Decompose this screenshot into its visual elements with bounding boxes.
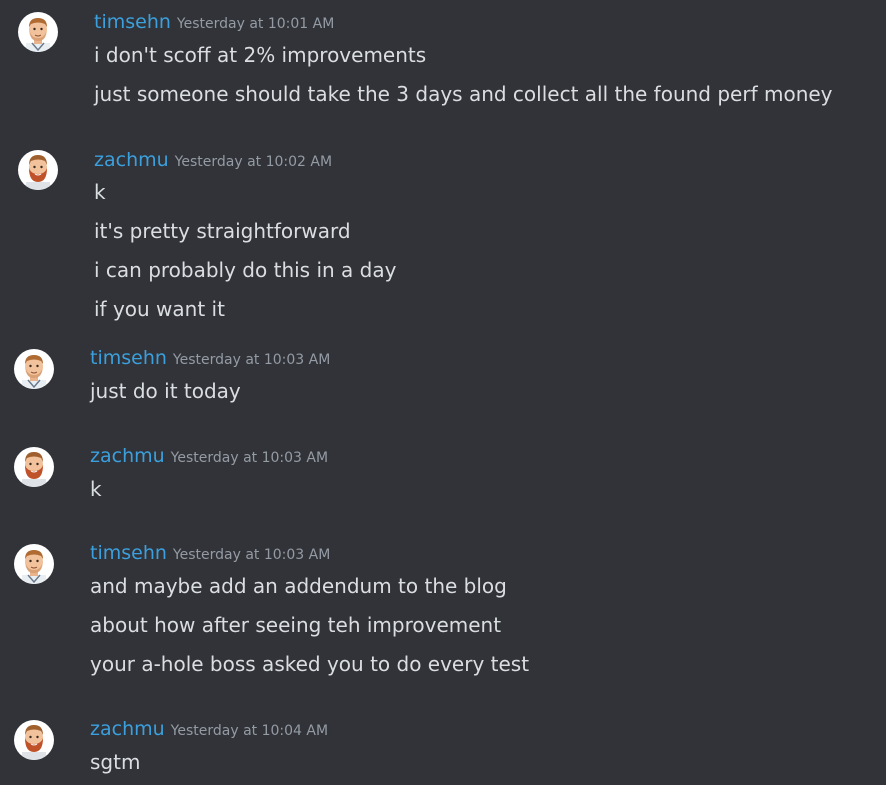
message-text: if you want it — [94, 297, 225, 321]
timestamp[interactable]: Yesterday at 10:03 AM — [173, 547, 330, 563]
message-header: timsehn Yesterday at 10:03 AM — [90, 347, 330, 371]
avatar-zachmu-icon — [14, 720, 54, 760]
avatar-timsehn-icon — [18, 12, 58, 52]
avatar[interactable] — [14, 544, 54, 584]
message-header: zachmu Yesterday at 10:04 AM — [90, 718, 328, 742]
avatar[interactable] — [14, 349, 54, 389]
username[interactable]: timsehn — [90, 542, 167, 564]
message-text: i don't scoff at 2% improvements — [94, 43, 427, 67]
message-header: timsehn Yesterday at 10:03 AM — [90, 542, 330, 566]
avatar[interactable] — [14, 720, 54, 760]
avatar-zachmu-icon — [14, 447, 54, 487]
username[interactable]: zachmu — [90, 718, 165, 740]
message-header: timsehn Yesterday at 10:01 AM — [94, 11, 334, 35]
username[interactable]: timsehn — [90, 347, 167, 369]
message-header: zachmu Yesterday at 10:02 AM — [94, 149, 332, 173]
avatar[interactable] — [14, 447, 54, 487]
message-text: just do it today — [90, 379, 241, 403]
timestamp[interactable]: Yesterday at 10:02 AM — [175, 154, 332, 170]
timestamp[interactable]: Yesterday at 10:03 AM — [173, 352, 330, 368]
message-text: it's pretty straightforward — [94, 219, 351, 243]
username[interactable]: zachmu — [90, 445, 165, 467]
message-header: zachmu Yesterday at 10:03 AM — [90, 445, 328, 469]
avatar-zachmu-icon — [18, 150, 58, 190]
avatar-timsehn-icon — [14, 544, 54, 584]
username[interactable]: timsehn — [94, 11, 171, 33]
avatar[interactable] — [18, 150, 58, 190]
message-text: your a-hole boss asked you to do every t… — [90, 652, 530, 676]
message-text: about how after seeing teh improvement — [90, 613, 502, 637]
message-text: and maybe add an addendum to the blog — [90, 574, 507, 598]
username[interactable]: zachmu — [94, 149, 169, 171]
chat-log: timsehn Yesterday at 10:01 AM i don't sco… — [0, 0, 886, 785]
message-text: sgtm — [90, 750, 141, 774]
message-text: k — [94, 180, 106, 204]
timestamp[interactable]: Yesterday at 10:01 AM — [177, 16, 334, 32]
avatar[interactable] — [18, 12, 58, 52]
message-text: i can probably do this in a day — [94, 258, 397, 282]
timestamp[interactable]: Yesterday at 10:04 AM — [171, 723, 328, 739]
message-text: just someone should take the 3 days and … — [94, 82, 833, 106]
timestamp[interactable]: Yesterday at 10:03 AM — [171, 450, 328, 466]
avatar-timsehn-icon — [14, 349, 54, 389]
message-text: k — [90, 477, 102, 501]
